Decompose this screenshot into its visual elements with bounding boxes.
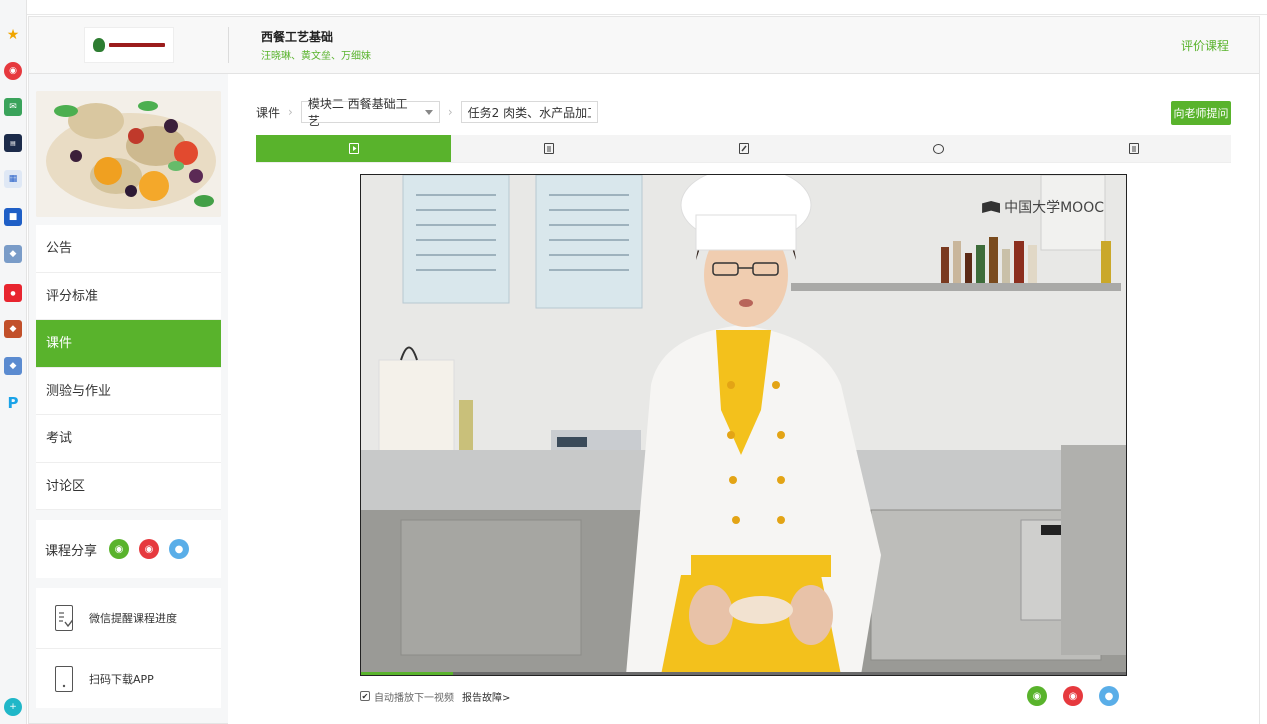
game-icon-2[interactable]: ◆: [4, 320, 22, 338]
download-app-row[interactable]: 扫码下载APP: [36, 648, 221, 708]
menu-item-announcement[interactable]: 公告: [36, 225, 221, 273]
task-select-value: 任务2 肉类、水产品加工: [467, 105, 591, 120]
game-icon-3[interactable]: ◆: [4, 357, 22, 375]
wechat-share-icon[interactable]: ◉: [1027, 686, 1047, 706]
module-select-value: 模块二 西餐基础工艺: [307, 97, 408, 128]
menu-item-courseware[interactable]: 课件: [36, 320, 221, 368]
qq-share-icon[interactable]: ●: [169, 539, 190, 559]
game-icon-1[interactable]: ◆: [4, 245, 22, 263]
video-progress-track[interactable]: [361, 672, 1126, 675]
news-app-icon[interactable]: ▤: [4, 134, 22, 152]
download-app-label: 扫码下载APP: [89, 672, 154, 686]
header-divider: [228, 27, 229, 63]
tab-document[interactable]: [451, 135, 646, 162]
browser-top-bar: [27, 0, 1267, 15]
video-share-buttons: ◉ ◉ ●: [1027, 686, 1119, 706]
module-select[interactable]: 模块二 西餐基础工艺: [300, 97, 440, 128]
mail-icon[interactable]: ✉: [4, 98, 22, 116]
breadcrumb-root[interactable]: 课件: [256, 104, 280, 121]
document-icon: [1128, 143, 1139, 154]
course-share-card: 课程分享 ◉ ◉ ●: [36, 520, 221, 578]
course-page: 西餐工艺基础 汪晓琳、黄文垒、万细妹 评价课程 公告 评分标准 课件 测验与作业…: [28, 16, 1260, 724]
play-icon: [348, 143, 359, 154]
video-frame: [361, 175, 1126, 675]
watermark-text: 中国大学MOOC: [1004, 200, 1104, 216]
rate-course-link[interactable]: 评价课程: [1181, 37, 1229, 54]
mooc-watermark: 中国大学MOOC: [982, 197, 1104, 217]
qq-share-icon[interactable]: ●: [1099, 686, 1119, 706]
share-label: 课程分享: [45, 543, 98, 559]
course-menu: 公告 评分标准 课件 测验与作业 考试 讨论区: [36, 225, 221, 510]
courseware-panel: 课件 › 模块二 西餐基础工艺 › 任务2 肉类、水产品加工 向老师提问 中国大…: [228, 74, 1259, 724]
course-cover-image: [36, 91, 221, 217]
weibo-share-icon[interactable]: ◉: [139, 539, 160, 559]
tab-discussion[interactable]: [841, 135, 1036, 162]
breadcrumb: 课件 › 模块二 西餐基础工艺 › 任务2 肉类、水产品加工: [256, 97, 598, 128]
task-select[interactable]: 任务2 肉类、水产品加工: [460, 101, 598, 123]
chevron-down-icon: [424, 109, 433, 115]
wechat-reminder-row[interactable]: 微信提醒课程进度: [36, 588, 221, 648]
add-icon[interactable]: +: [4, 698, 22, 716]
chevron-right-icon: ›: [288, 105, 293, 119]
app-icon-blue[interactable]: ■: [4, 208, 22, 226]
school-name-logotype: [109, 43, 165, 47]
document-icon: [543, 143, 554, 154]
wechat-share-icon[interactable]: ◉: [109, 539, 130, 559]
ask-teacher-button[interactable]: 向老师提问: [1171, 101, 1231, 125]
tab-homework[interactable]: [646, 135, 841, 162]
mooc-logo-icon: [982, 201, 1001, 213]
chat-icon: [933, 143, 944, 154]
phone-icon: [55, 665, 73, 692]
app-promo-card: 微信提醒课程进度 扫码下载APP: [36, 588, 221, 708]
p-app-icon[interactable]: P: [4, 394, 22, 412]
school-logo[interactable]: [84, 27, 174, 63]
checklist-icon: [55, 605, 73, 631]
tab-notes[interactable]: [1036, 135, 1231, 162]
menu-item-exam[interactable]: 考试: [36, 415, 221, 463]
weibo-share-icon[interactable]: ◉: [1063, 686, 1083, 706]
menu-item-grading[interactable]: 评分标准: [36, 273, 221, 320]
course-teachers[interactable]: 汪晓琳、黄文垒、万细妹: [261, 47, 371, 62]
report-issue-link[interactable]: 报告故障>: [462, 689, 510, 704]
app-icon-red[interactable]: ●: [4, 284, 22, 302]
school-seal-icon: [93, 38, 105, 52]
autoplay-label: 自动播放下一视频: [374, 692, 454, 704]
course-header: 西餐工艺基础 汪晓琳、黄文垒、万细妹 评价课程: [29, 17, 1259, 74]
weibo-icon[interactable]: ◉: [4, 62, 22, 80]
video-progress-fill: [361, 672, 453, 675]
tab-video[interactable]: [256, 135, 451, 162]
star-icon[interactable]: ★: [4, 26, 22, 44]
food-photo: [36, 91, 221, 217]
course-sidebar: 公告 评分标准 课件 测验与作业 考试 讨论区 课程分享 ◉ ◉ ● 微信提醒课…: [36, 91, 221, 708]
chevron-right-icon: ›: [447, 105, 453, 119]
menu-item-quizzes[interactable]: 测验与作业: [36, 368, 221, 415]
wechat-reminder-label: 微信提醒课程进度: [89, 612, 177, 625]
browser-sidebar: ★ ◉ ✉ ▤ ▦ ■ ◆ ● ◆ ◆ P +: [0, 0, 27, 724]
video-footer: ✔ 自动播放下一视频 报告故障> ◉ ◉ ●: [360, 686, 1127, 706]
unit-tabs: [256, 135, 1231, 163]
edit-icon: [738, 143, 749, 154]
doc-app-icon[interactable]: ▦: [4, 170, 22, 188]
autoplay-checkbox[interactable]: ✔: [360, 691, 370, 701]
menu-item-discussion[interactable]: 讨论区: [36, 463, 221, 510]
video-player[interactable]: 中国大学MOOC: [360, 174, 1127, 676]
course-title: 西餐工艺基础: [261, 30, 334, 44]
